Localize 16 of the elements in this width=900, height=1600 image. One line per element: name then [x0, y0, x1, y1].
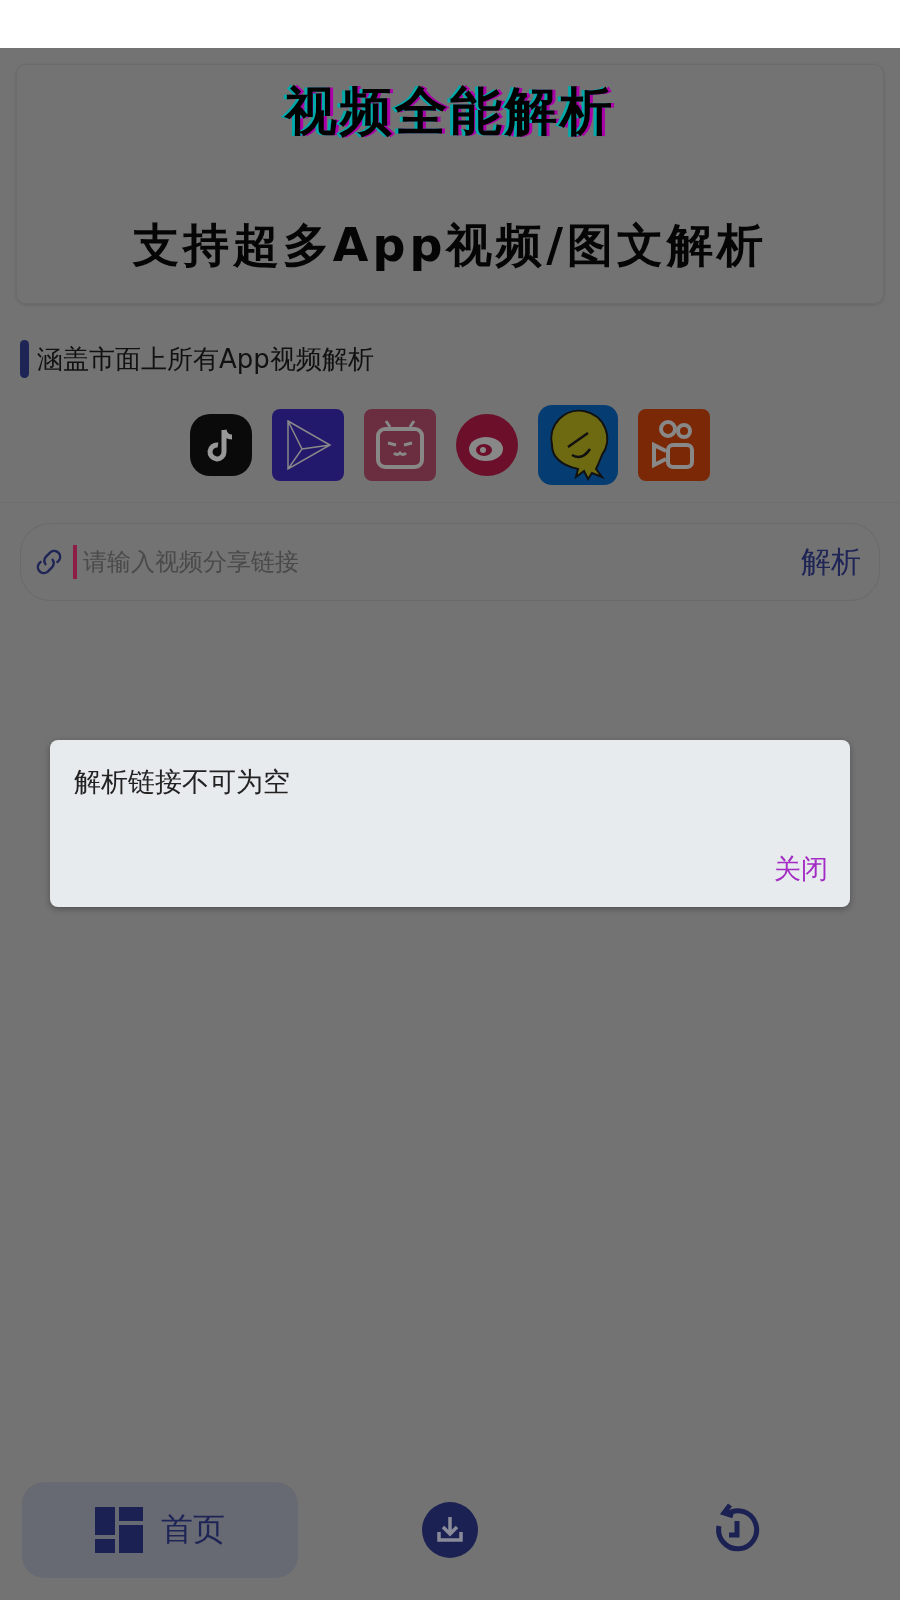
download-icon [422, 1502, 478, 1558]
close-button[interactable]: 关闭 [774, 851, 828, 887]
banner-subtitle: 支持超多App视频/图文解析 [132, 217, 768, 274]
parse-button[interactable]: 解析 [801, 541, 861, 583]
home-tab[interactable]: 首页 [22, 1482, 298, 1578]
music-note-app-icon[interactable] [190, 414, 252, 476]
octopus-app-icon[interactable] [538, 405, 618, 485]
play-triangle-app-icon[interactable] [272, 409, 344, 481]
dashboard-icon [95, 1507, 143, 1553]
tv-face-app-icon[interactable] [364, 409, 436, 481]
accent-bar [20, 340, 29, 378]
dialog-message: 解析链接不可为空 [74, 765, 291, 799]
section-heading: 涵盖市面上所有App视频解析 [37, 342, 374, 376]
camera-app-icon[interactable] [638, 409, 710, 481]
banner-title: 视频全能解析 [285, 80, 615, 143]
eye-app-icon[interactable] [456, 414, 518, 476]
